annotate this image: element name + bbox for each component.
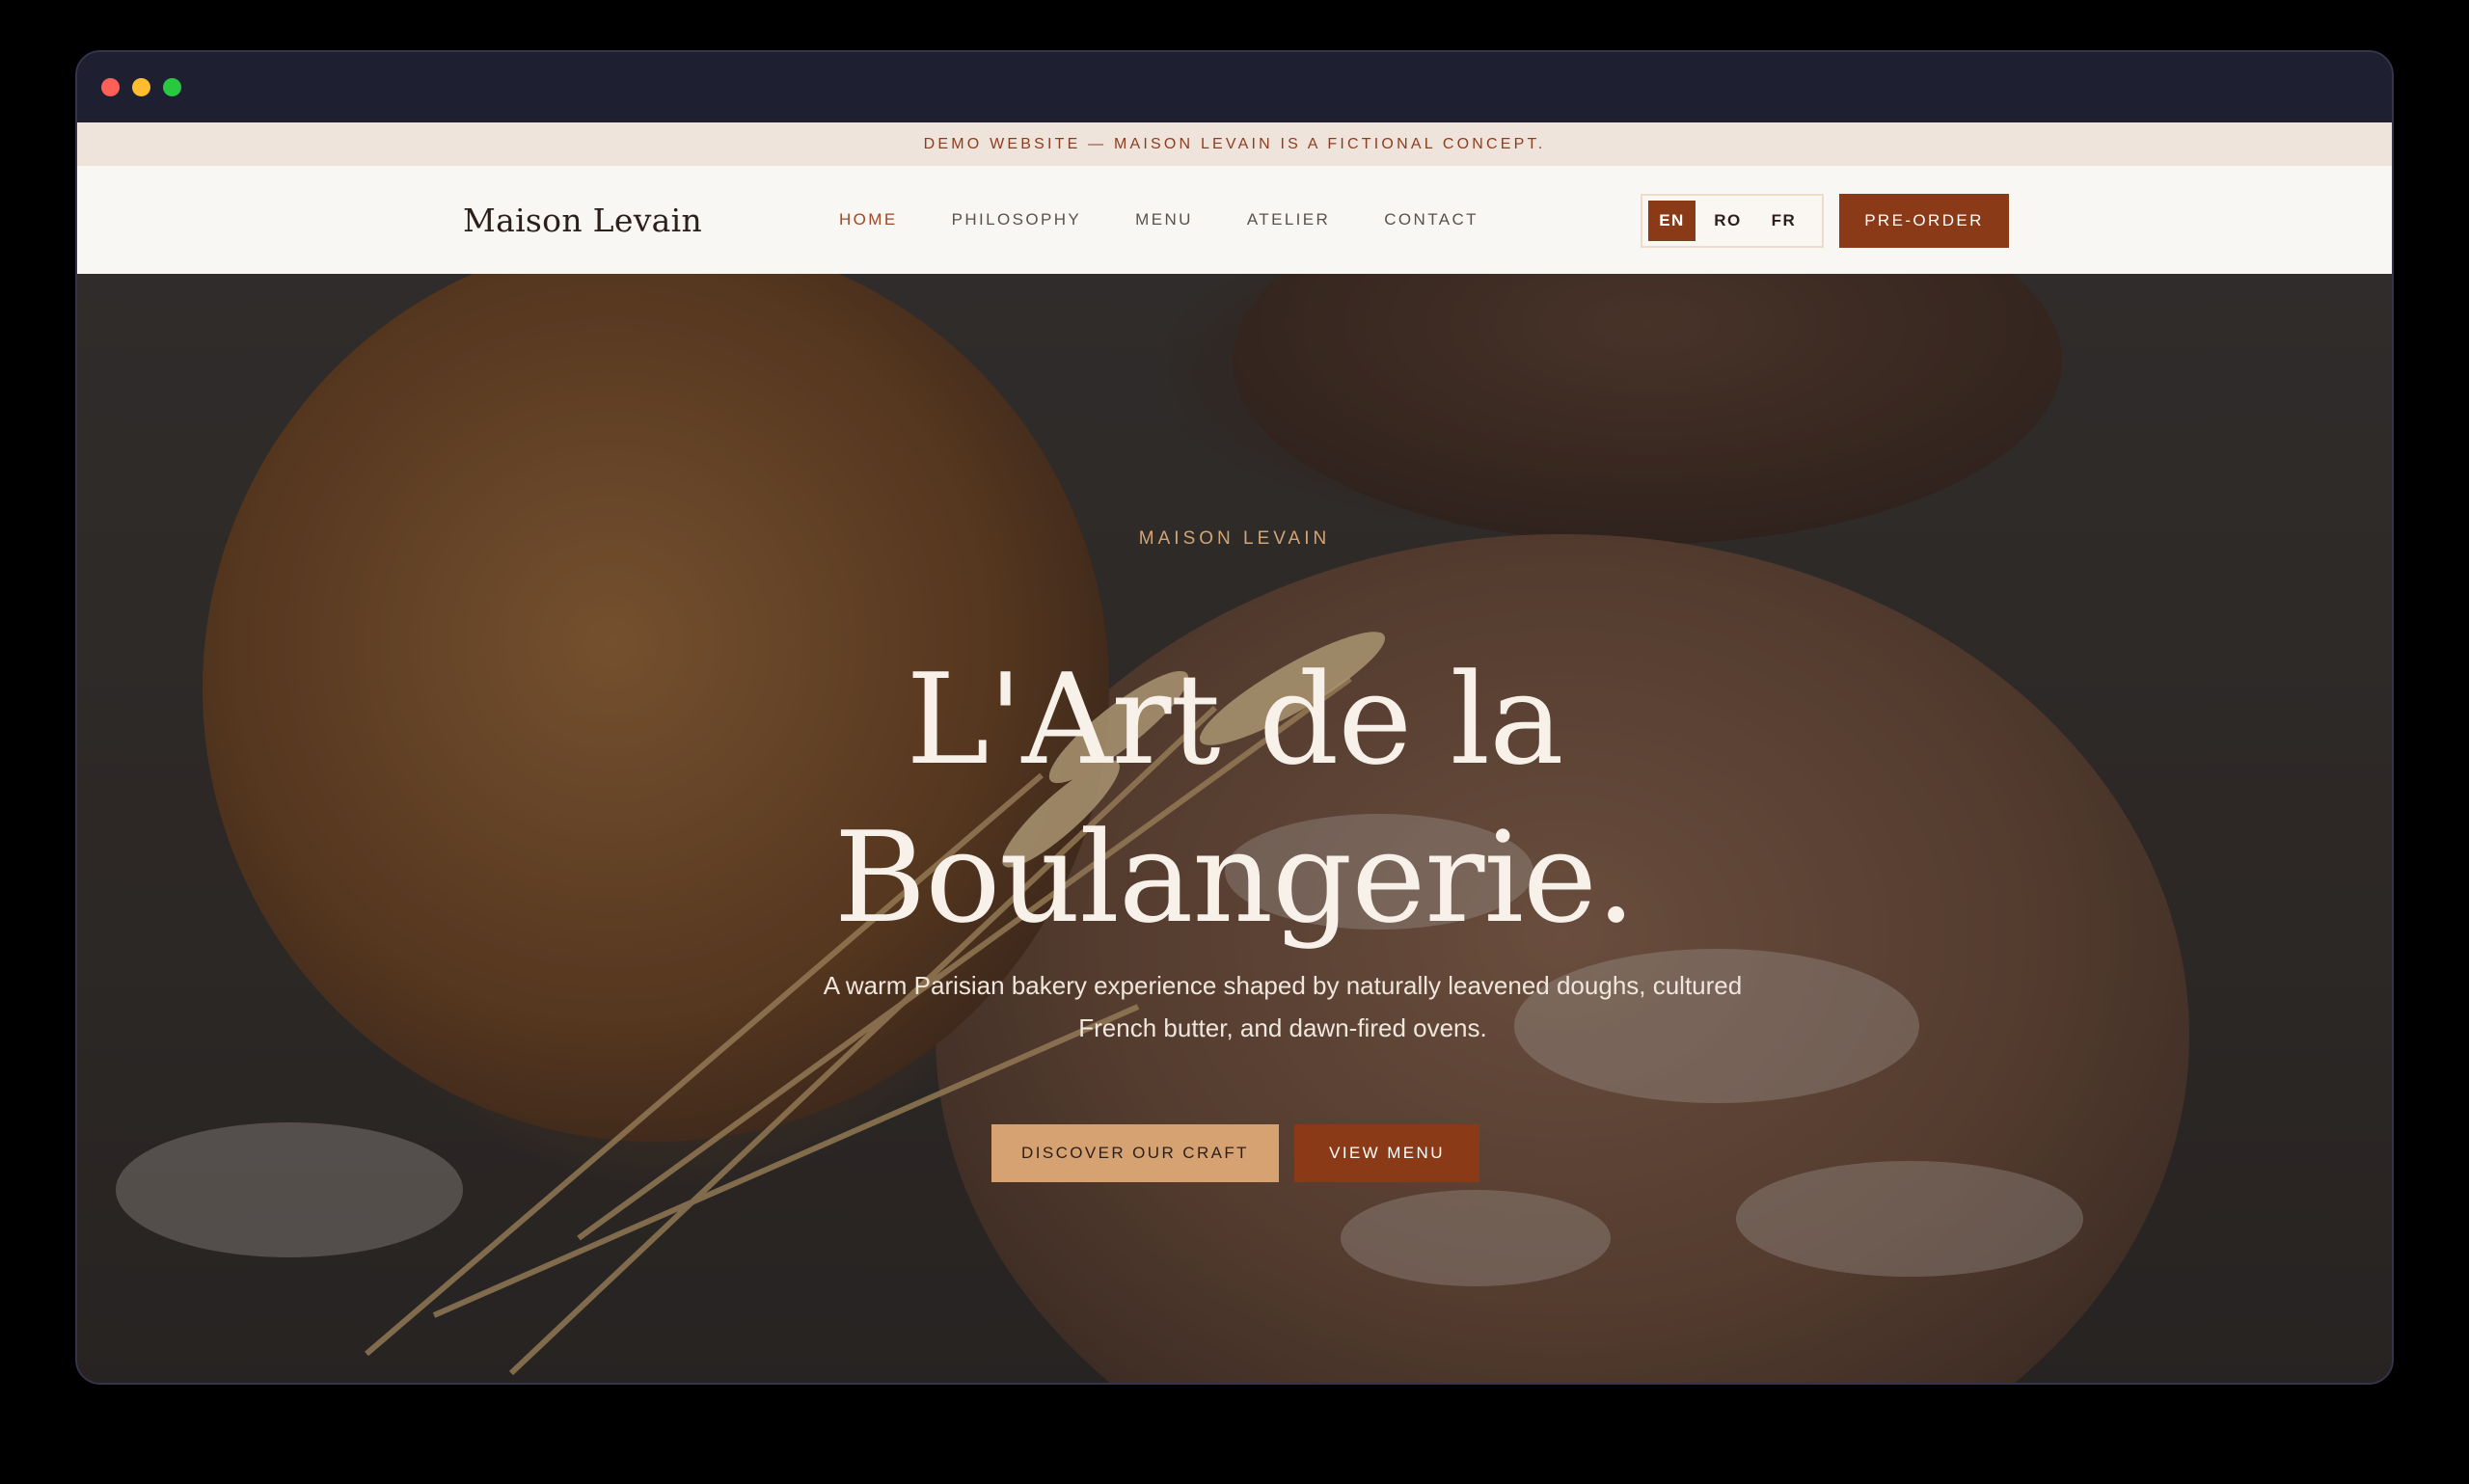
nav-item-philosophy[interactable]: PHILOSOPHY xyxy=(952,210,1082,229)
close-window-button[interactable] xyxy=(101,78,120,96)
language-switcher: EN RO FR xyxy=(1641,194,1824,248)
demo-banner: DEMO WEBSITE — MAISON LEVAIN IS A FICTIO… xyxy=(77,122,2392,166)
hero-section: MAISON LEVAIN L'Art de la Boulangerie. A… xyxy=(77,274,2392,1383)
language-option-en[interactable]: EN xyxy=(1648,201,1696,241)
minimize-window-button[interactable] xyxy=(132,78,150,96)
main-nav: HOME PHILOSOPHY MENU ATELIER CONTACT xyxy=(839,166,1533,274)
language-option-fr[interactable]: FR xyxy=(1760,201,1807,241)
discover-our-craft-button[interactable]: DISCOVER OUR CRAFT xyxy=(991,1124,1279,1182)
view-menu-button[interactable]: VIEW MENU xyxy=(1294,1124,1479,1182)
nav-item-home[interactable]: HOME xyxy=(839,210,898,229)
hero-title-line-2: Boulangerie. xyxy=(833,804,1636,951)
hero-subtitle: A warm Parisian bakery experience shaped… xyxy=(823,971,1743,1042)
demo-banner-text: DEMO WEBSITE — MAISON LEVAIN IS A FICTIO… xyxy=(923,135,1546,152)
language-option-ro[interactable]: RO xyxy=(1704,201,1751,241)
nav-item-menu[interactable]: MENU xyxy=(1135,210,1193,229)
window-titlebar xyxy=(77,52,2392,122)
nav-item-atelier[interactable]: ATELIER xyxy=(1247,210,1330,229)
site-header: Maison Levain HOME PHILOSOPHY MENU ATELI… xyxy=(77,166,2392,274)
maximize-window-button[interactable] xyxy=(163,78,181,96)
hero-title-line-1: L'Art de la xyxy=(906,646,1563,793)
browser-window: DEMO WEBSITE — MAISON LEVAIN IS A FICTIO… xyxy=(75,50,2394,1385)
nav-item-contact[interactable]: CONTACT xyxy=(1384,210,1479,229)
hero-actions: DISCOVER OUR CRAFT VIEW MENU xyxy=(991,1124,1479,1182)
site-logo[interactable]: Maison Levain xyxy=(463,166,702,274)
pre-order-button[interactable]: PRE-ORDER xyxy=(1839,194,2009,248)
hero-eyebrow: MAISON LEVAIN xyxy=(1138,528,1331,549)
hero-title: L'Art de la Boulangerie. xyxy=(77,640,2392,957)
